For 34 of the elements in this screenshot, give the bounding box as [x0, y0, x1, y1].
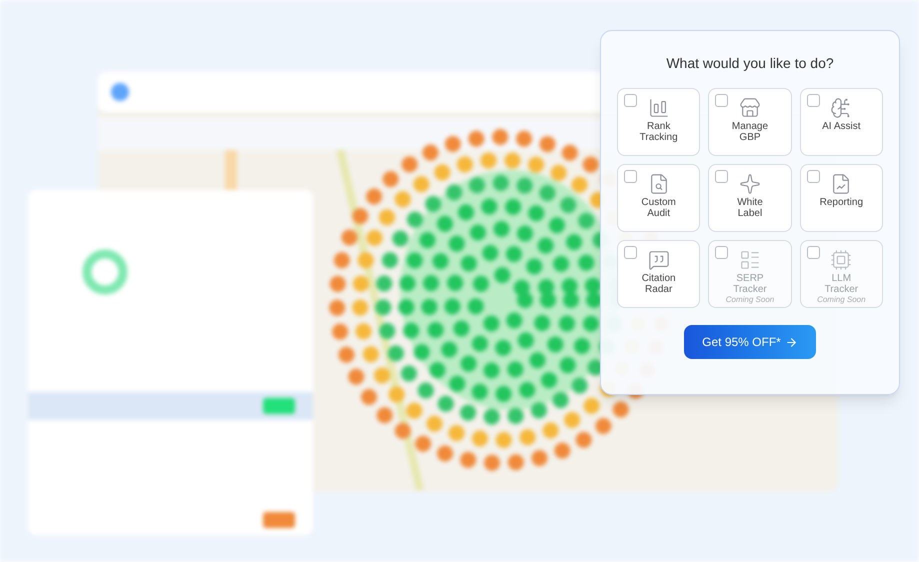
- coming-soon-note: Coming Soon: [726, 295, 774, 305]
- option-tile[interactable]: Custom Audit: [617, 164, 700, 232]
- checkbox[interactable]: [715, 94, 728, 107]
- option-label: LLM Tracker: [824, 273, 860, 295]
- checkbox[interactable]: [624, 170, 637, 183]
- option-label: SERP Tracker: [732, 273, 768, 295]
- checkbox[interactable]: [806, 94, 820, 107]
- checkbox[interactable]: [624, 246, 637, 259]
- option-label: Citation Radar: [640, 273, 677, 295]
- checkbox[interactable]: [624, 94, 637, 107]
- brain-circuit-icon: [830, 97, 852, 119]
- option-tile[interactable]: Citation Radar: [617, 240, 700, 308]
- storefront-icon: [738, 97, 761, 119]
- option-tile[interactable]: Rank Tracking: [617, 88, 700, 156]
- chip-icon: [830, 249, 852, 271]
- option-tile[interactable]: White Label: [708, 164, 792, 232]
- list-window-icon: [738, 249, 761, 271]
- option-label: Rank Tracking: [638, 121, 679, 143]
- checkbox[interactable]: [715, 170, 728, 183]
- discount-button[interactable]: Get 95% OFF*: [684, 325, 816, 359]
- option-tile[interactable]: AI Assist: [800, 88, 883, 156]
- coming-soon-note: Coming Soon: [817, 295, 866, 305]
- option-label: Custom Audit: [640, 197, 677, 219]
- option-label: Manage GBP: [730, 121, 770, 143]
- option-label: AI Assist: [821, 121, 862, 132]
- option-label: White Label: [736, 197, 764, 219]
- checkbox[interactable]: [806, 170, 820, 183]
- dialog-title: What would you like to do?: [666, 54, 834, 73]
- option-tile[interactable]: Manage GBP: [708, 88, 792, 156]
- option-tile[interactable]: Reporting: [800, 164, 883, 232]
- speech-bubble-icon: [648, 249, 670, 271]
- arrow-right-icon: [784, 336, 798, 348]
- star-icon: [738, 173, 761, 195]
- option-label: Reporting: [818, 197, 864, 208]
